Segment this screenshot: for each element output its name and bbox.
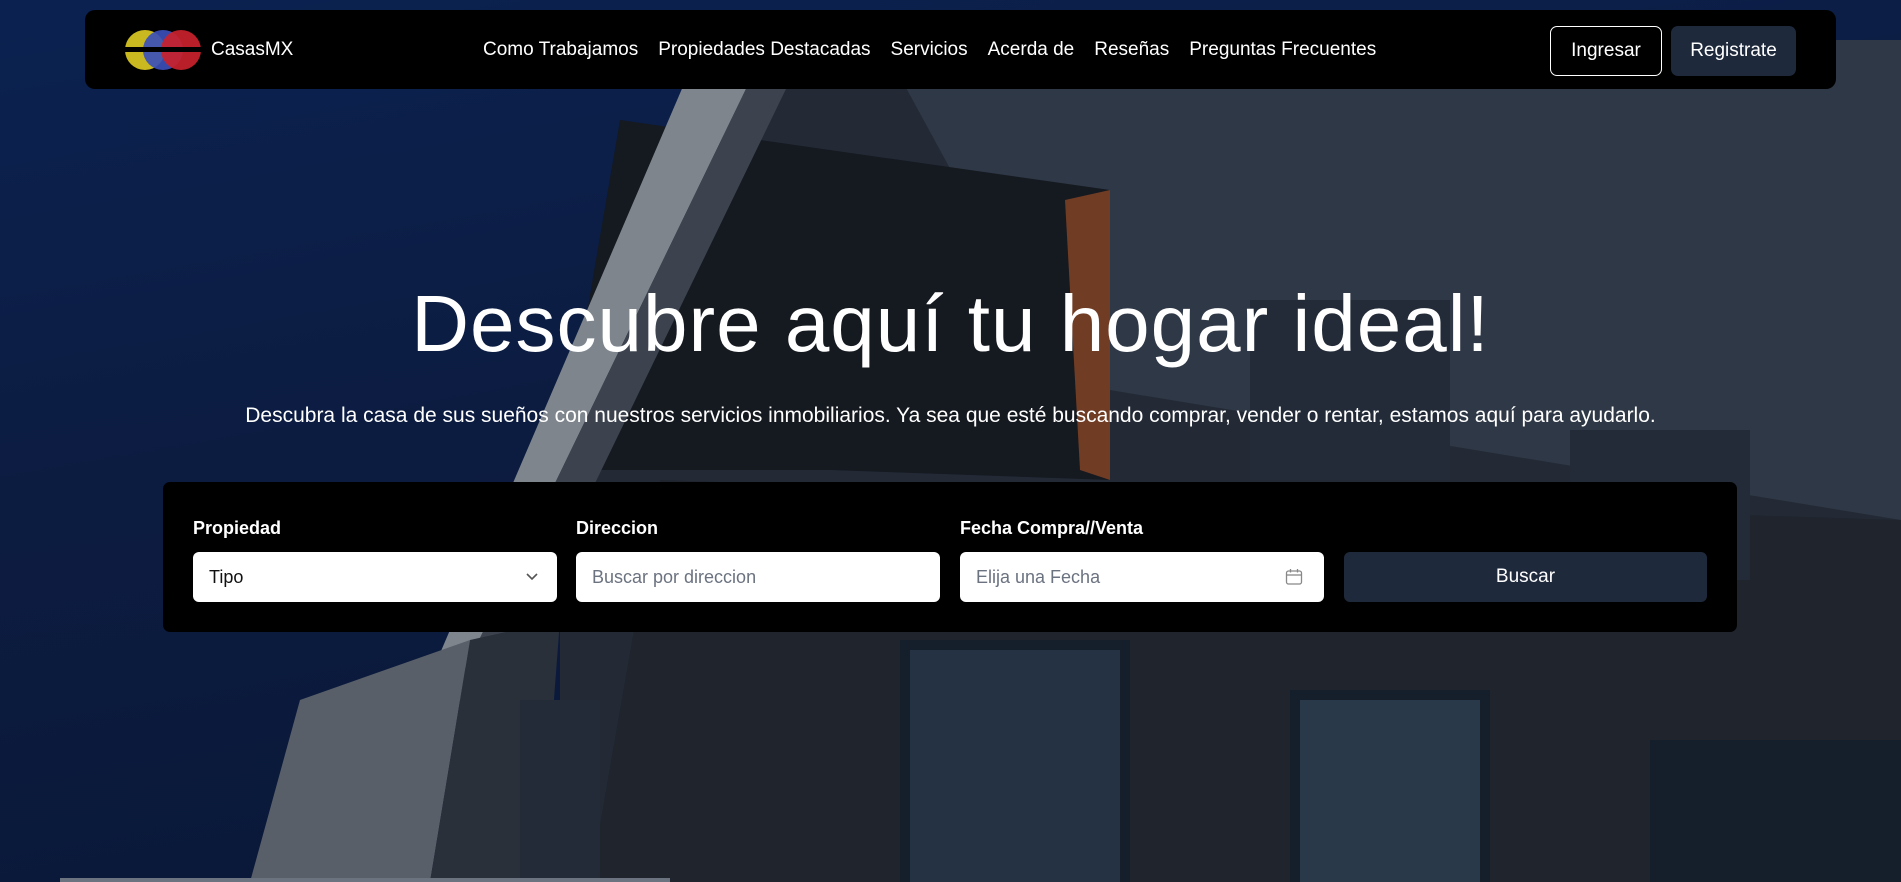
logo-circles-icon (125, 30, 201, 70)
property-select-value: Tipo (209, 566, 244, 587)
address-field: Direccion (576, 518, 940, 602)
nav-link-propiedades-destacadas[interactable]: Propiedades Destacadas (658, 39, 870, 61)
horizontal-scrollbar[interactable] (60, 878, 670, 882)
search-panel: Propiedad Tipo Direccion Fecha Compra//V… (163, 482, 1737, 632)
nav-link-preguntas-frecuentes[interactable]: Preguntas Frecuentes (1189, 39, 1376, 61)
brand-name: CasasMX (211, 39, 294, 60)
nav-links: Como Trabajamos Propiedades Destacadas S… (483, 10, 1396, 89)
chevron-down-icon (526, 573, 538, 581)
nav-link-acerca-de[interactable]: Acerda de (988, 39, 1075, 61)
address-input[interactable] (592, 566, 924, 588)
date-label: Fecha Compra//Venta (960, 518, 1144, 538)
login-button[interactable]: Ingresar (1550, 26, 1662, 76)
property-field: Propiedad Tipo (193, 518, 557, 602)
hero-title: Descubre aquí tu hogar ideal! (411, 279, 1490, 368)
hero-background (0, 0, 1901, 882)
date-input[interactable] (976, 566, 1308, 588)
date-input-box (960, 552, 1324, 602)
register-button[interactable]: Registrate (1671, 26, 1796, 76)
navbar: CasasMX Como Trabajamos Propiedades Dest… (85, 10, 1836, 89)
nav-link-resenas[interactable]: Reseñas (1094, 39, 1169, 61)
date-field: Fecha Compra//Venta (960, 518, 1324, 602)
hero-subtitle: Descubra la casa de sus sueños con nuest… (245, 404, 1656, 427)
nav-link-como-trabajamos[interactable]: Como Trabajamos (483, 39, 638, 61)
brand[interactable]: CasasMX (125, 30, 293, 70)
property-select[interactable]: Tipo (193, 552, 557, 602)
calendar-icon[interactable] (1284, 567, 1304, 587)
property-label: Propiedad (193, 518, 282, 538)
nav-link-servicios[interactable]: Servicios (891, 39, 968, 61)
address-input-box (576, 552, 940, 602)
address-label: Direccion (576, 518, 659, 538)
search-button[interactable]: Buscar (1344, 552, 1707, 602)
